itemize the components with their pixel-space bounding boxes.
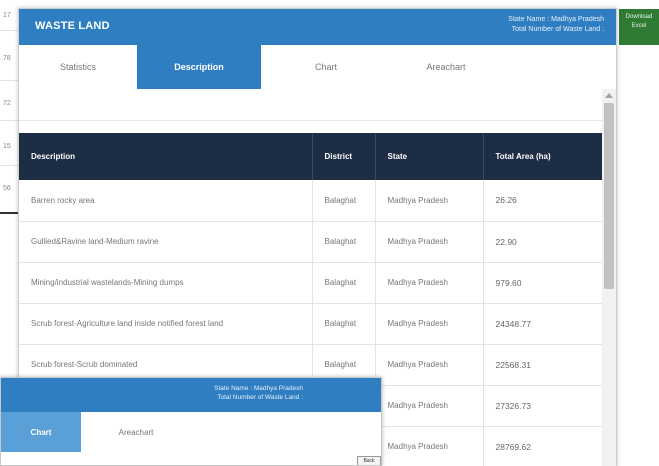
state-name-label: State Name : Madhya Pradesh — [508, 16, 604, 23]
table-row: Scrub forest-Agriculture land inside not… — [19, 303, 603, 345]
cell-district: Balaghat — [312, 221, 376, 263]
modal-tabs: Chart Areachart — [1, 412, 381, 452]
background-page-rows: 17 78 72 15 56 — [0, 0, 20, 200]
cell-total-area: 979.60 — [483, 262, 603, 304]
cell-state: Madhya Pradesh — [375, 344, 484, 386]
total-number-label: Total Number of Waste Land : — [511, 26, 604, 33]
cell-description: Barren rocky area — [19, 180, 313, 222]
scroll-thumb[interactable] — [604, 103, 614, 289]
table-row: Gullied&Ravine land-Medium ravine Balagh… — [19, 221, 603, 263]
modal-header: State Name : Madhya Pradesh Total Number… — [1, 378, 381, 412]
modal-header: WASTE LAND State Name : Madhya Pradesh T… — [19, 9, 616, 45]
cell-state: Madhya Pradesh — [375, 221, 484, 263]
scroll-up-arrow-icon[interactable] — [605, 93, 613, 98]
background-divider-dark — [0, 212, 20, 214]
background-row-number: 56 — [3, 185, 11, 192]
state-name-label: State Name : Madhya Pradesh — [214, 385, 303, 392]
cell-state: Madhya Pradesh — [375, 426, 484, 466]
modal-info: State Name : Madhya Pradesh Total Number… — [508, 15, 604, 35]
cell-total-area: 26.26 — [483, 180, 603, 222]
total-number-label: Total Number of Waste Land : — [217, 394, 303, 401]
background-row-number: 72 — [3, 100, 11, 107]
back-button[interactable]: Back — [357, 456, 381, 465]
cell-description: Mining/industrial wastelands-Mining dump… — [19, 262, 313, 304]
modal-title: WASTE LAND — [35, 20, 110, 32]
table-header-row: Description District State Total Area (h… — [19, 133, 603, 180]
column-header-total-area[interactable]: Total Area (ha) — [483, 133, 603, 180]
column-header-description[interactable]: Description — [19, 133, 313, 180]
modal-info: State Name : Madhya Pradesh Total Number… — [214, 384, 303, 402]
waste-land-modal-secondary: State Name : Madhya Pradesh Total Number… — [0, 377, 382, 466]
background-row-number: 78 — [3, 55, 11, 62]
background-divider — [0, 30, 20, 31]
tab-areachart[interactable]: Areachart — [391, 45, 501, 89]
cell-total-area: 24348.77 — [483, 303, 603, 345]
cell-total-area: 22.90 — [483, 221, 603, 263]
cell-total-area: 27326.73 — [483, 385, 603, 427]
tab-statistics[interactable]: Statistics — [19, 45, 137, 89]
cell-total-area: 22568.31 — [483, 344, 603, 386]
background-divider — [0, 120, 20, 121]
tab-areachart[interactable]: Areachart — [81, 412, 191, 452]
background-divider — [0, 80, 20, 81]
vertical-scrollbar[interactable] — [602, 89, 616, 466]
column-header-state[interactable]: State — [375, 133, 484, 180]
cell-state: Madhya Pradesh — [375, 385, 484, 427]
tab-description[interactable]: Description — [137, 45, 261, 89]
table-row: Mining/industrial wastelands-Mining dump… — [19, 262, 603, 304]
tab-chart[interactable]: Chart — [261, 45, 391, 89]
cell-district: Balaghat — [312, 262, 376, 304]
modal-tabs: Statistics Description Chart Areachart — [19, 45, 616, 89]
cell-description: Gullied&Ravine land-Medium ravine — [19, 221, 313, 263]
cell-district: Balaghat — [312, 180, 376, 222]
cell-state: Madhya Pradesh — [375, 262, 484, 304]
background-row-number: 17 — [3, 12, 11, 19]
cell-description: Scrub forest-Agriculture land inside not… — [19, 303, 313, 345]
filter-row — [19, 89, 602, 121]
cell-total-area: 28769.62 — [483, 426, 603, 466]
background-divider — [0, 165, 20, 166]
cell-state: Madhya Pradesh — [375, 303, 484, 345]
cell-state: Madhya Pradesh — [375, 180, 484, 222]
column-header-district[interactable]: District — [312, 133, 376, 180]
cell-district: Balaghat — [312, 303, 376, 345]
background-row-number: 15 — [3, 143, 11, 150]
tab-chart[interactable]: Chart — [1, 412, 81, 452]
download-excel-button[interactable]: Download Excel — [619, 9, 659, 45]
table-row: Barren rocky area Balaghat Madhya Prades… — [19, 180, 603, 222]
